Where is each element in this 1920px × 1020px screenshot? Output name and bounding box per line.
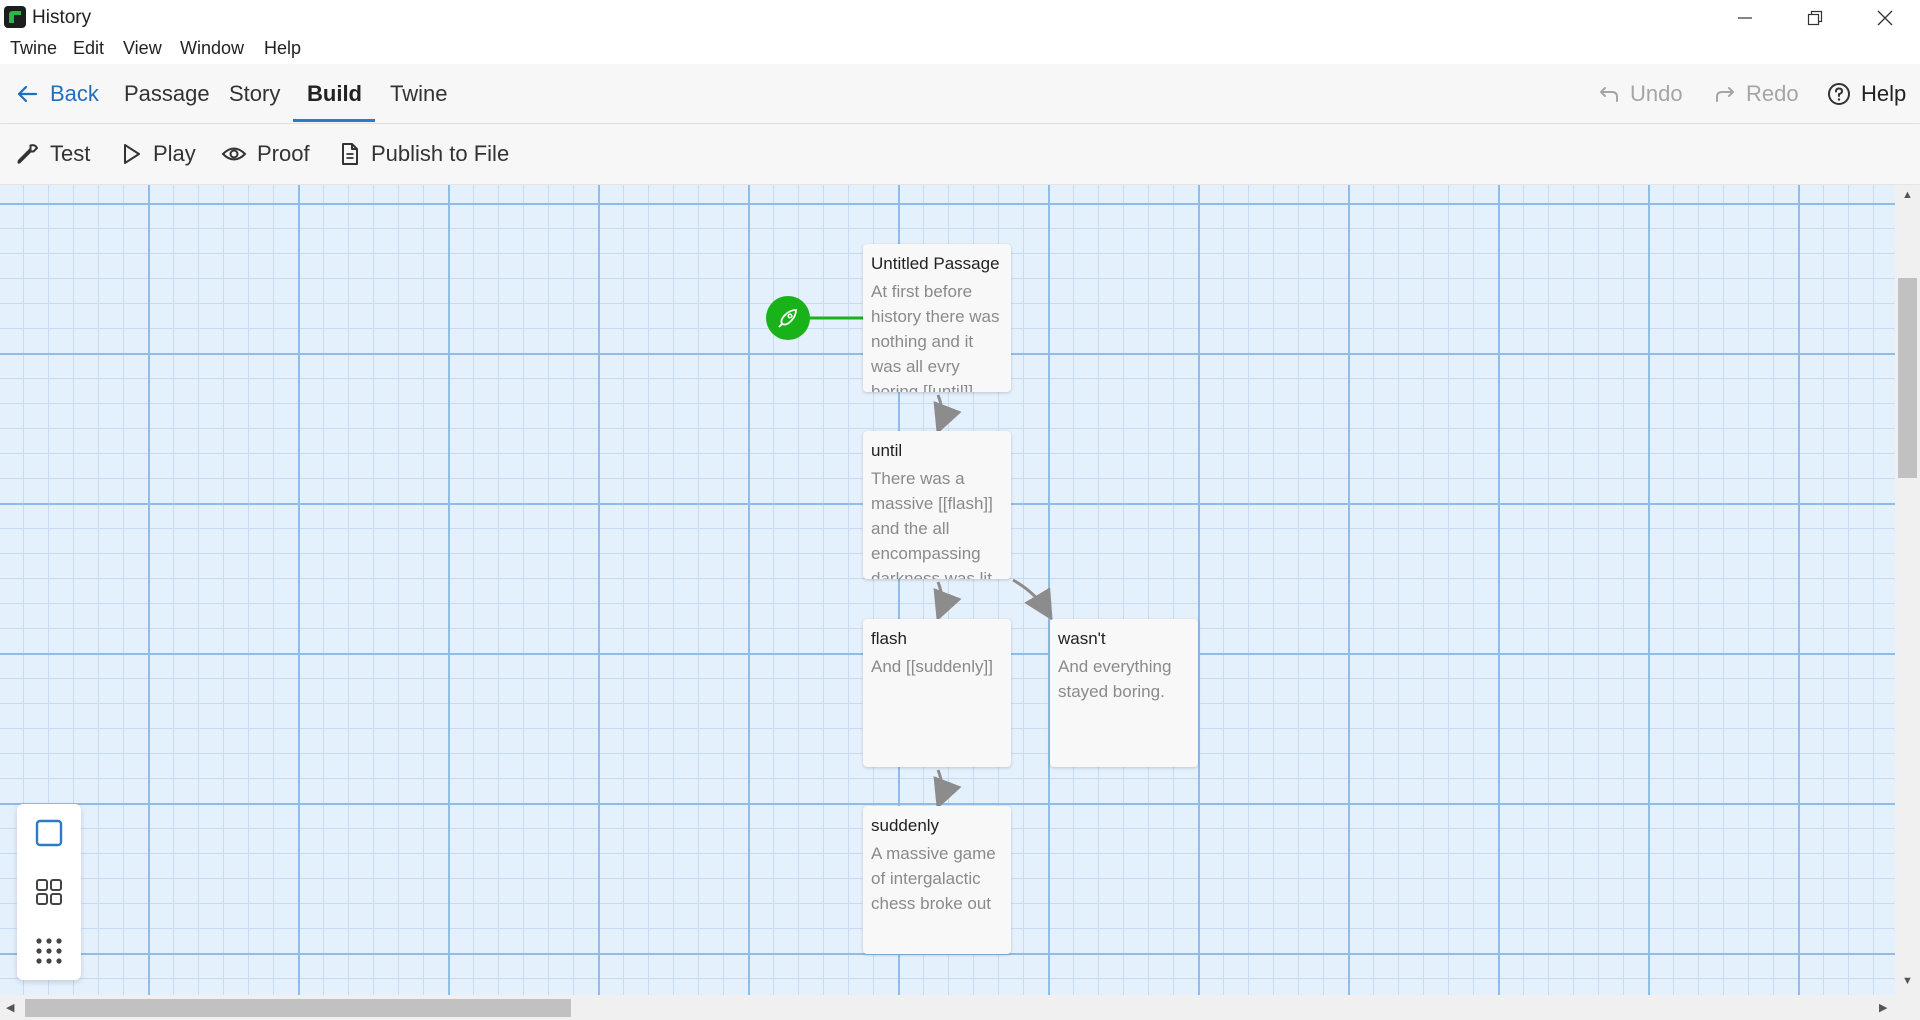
passage-title: wasn't: [1058, 629, 1106, 648]
redo-icon: [1716, 86, 1734, 102]
tab-story[interactable]: Story: [229, 64, 280, 123]
passage-title: until: [871, 441, 903, 460]
twine-app-icon: [4, 6, 26, 28]
build-toolbar: Test Play Proof Publish to File: [0, 124, 1920, 185]
passage-title: suddenly: [871, 816, 940, 835]
undo-label: Undo: [1630, 80, 1683, 106]
scrollbar-corner: [1895, 995, 1920, 1020]
vertical-scrollbar[interactable]: ▲ ▼: [1895, 185, 1920, 995]
passage-card[interactable]: wasn't And everything stayed boring.: [1050, 619, 1198, 767]
tab-passage-label: Passage: [124, 80, 210, 106]
play-icon: [124, 144, 140, 164]
restore-icon: [1807, 10, 1823, 26]
scroll-down-icon[interactable]: ▼: [1902, 975, 1913, 987]
vertical-scroll-thumb[interactable]: [1898, 278, 1917, 478]
menu-twine[interactable]: Twine: [10, 38, 57, 59]
passage-excerpt: And everything stayed boring.: [1058, 657, 1172, 701]
scroll-right-icon[interactable]: ▶: [1879, 1001, 1887, 1014]
help-icon: [1828, 82, 1850, 105]
minimize-icon: [1738, 17, 1752, 19]
zoom-30-button[interactable]: [17, 922, 81, 980]
zoom-controls: [17, 804, 81, 980]
zoom-60-button[interactable]: [17, 863, 81, 921]
proof-button[interactable]: Proof: [221, 124, 310, 184]
help-label: Help: [1861, 80, 1907, 106]
link-flash: [933, 581, 962, 622]
scroll-left-icon[interactable]: ◀: [6, 1001, 14, 1014]
window-title: History: [32, 7, 92, 28]
test-button[interactable]: Test: [16, 124, 90, 184]
undo-icon: [1600, 86, 1618, 102]
zoom-60-icon: [36, 879, 62, 905]
help-button[interactable]: Help: [1827, 64, 1906, 123]
redo-button[interactable]: Redo: [1714, 64, 1799, 123]
passage-excerpt: And [[suddenly]]: [871, 657, 993, 676]
menu-view[interactable]: View: [123, 38, 162, 59]
link-suddenly: [933, 769, 962, 810]
zoom-100-icon: [35, 819, 63, 847]
passage-excerpt: At first before history there was nothin…: [871, 282, 1000, 392]
back-button[interactable]: Back: [16, 64, 99, 123]
play-label: Play: [153, 141, 196, 166]
redo-label: Redo: [1746, 80, 1799, 106]
passage-card[interactable]: flash And [[suddenly]]: [863, 619, 1011, 767]
title-bar: History: [0, 0, 1920, 36]
menu-help[interactable]: Help: [264, 38, 301, 59]
menu-edit[interactable]: Edit: [73, 38, 104, 59]
tab-build[interactable]: Build: [307, 64, 362, 123]
passage-card[interactable]: Untitled Passage At first before history…: [863, 244, 1011, 392]
passage-excerpt: A massive game of intergalactic chess br…: [871, 844, 996, 913]
scroll-up-icon[interactable]: ▲: [1902, 189, 1913, 201]
publish-label: Publish to File: [371, 141, 510, 166]
passage-card[interactable]: suddenly A massive game of intergalactic…: [863, 806, 1011, 954]
play-button[interactable]: Play: [119, 124, 196, 184]
zoom-30-icon: [36, 938, 62, 964]
back-label: Back: [50, 80, 99, 106]
arrow-left-icon: [17, 85, 38, 102]
horizontal-scrollbar[interactable]: ◀ ▶: [0, 995, 1895, 1020]
eye-icon: [221, 147, 247, 161]
story-map-canvas[interactable]: Untitled Passage At first before history…: [0, 185, 1895, 995]
tab-twine[interactable]: Twine: [390, 64, 447, 123]
top-tab-bar: Back Passage Story Build Twine Undo Redo…: [0, 64, 1920, 124]
menu-bar: Twine Edit View Window Help: [0, 36, 1920, 64]
wrench-icon: [17, 144, 38, 164]
start-passage-rocket-icon: [766, 296, 810, 340]
horizontal-scroll-thumb[interactable]: [25, 999, 571, 1017]
publish-to-file-button[interactable]: Publish to File: [339, 124, 509, 184]
menu-window[interactable]: Window: [180, 38, 244, 59]
undo-button[interactable]: Undo: [1598, 64, 1683, 123]
passage-title: flash: [871, 629, 907, 648]
proof-label: Proof: [257, 141, 310, 166]
restore-button[interactable]: [1780, 0, 1850, 36]
passage-card[interactable]: until There was a massive [[flash]] and …: [863, 431, 1011, 579]
tab-story-label: Story: [229, 80, 281, 106]
link-until: [933, 394, 962, 435]
minimize-button[interactable]: [1710, 0, 1780, 36]
passage-title: Untitled Passage: [871, 254, 1000, 273]
tab-twine-label: Twine: [390, 80, 448, 106]
test-label: Test: [50, 141, 91, 166]
link-wasnt: [1012, 578, 1053, 621]
close-icon: [1877, 10, 1893, 26]
close-button[interactable]: [1850, 0, 1920, 36]
file-text-icon: [342, 143, 358, 165]
zoom-100-button[interactable]: [17, 804, 81, 862]
tab-passage[interactable]: Passage: [124, 64, 210, 123]
active-tab-indicator: [293, 119, 375, 122]
tab-build-label: Build: [307, 80, 362, 106]
passage-excerpt: There was a massive [[flash]] and the al…: [871, 469, 993, 579]
